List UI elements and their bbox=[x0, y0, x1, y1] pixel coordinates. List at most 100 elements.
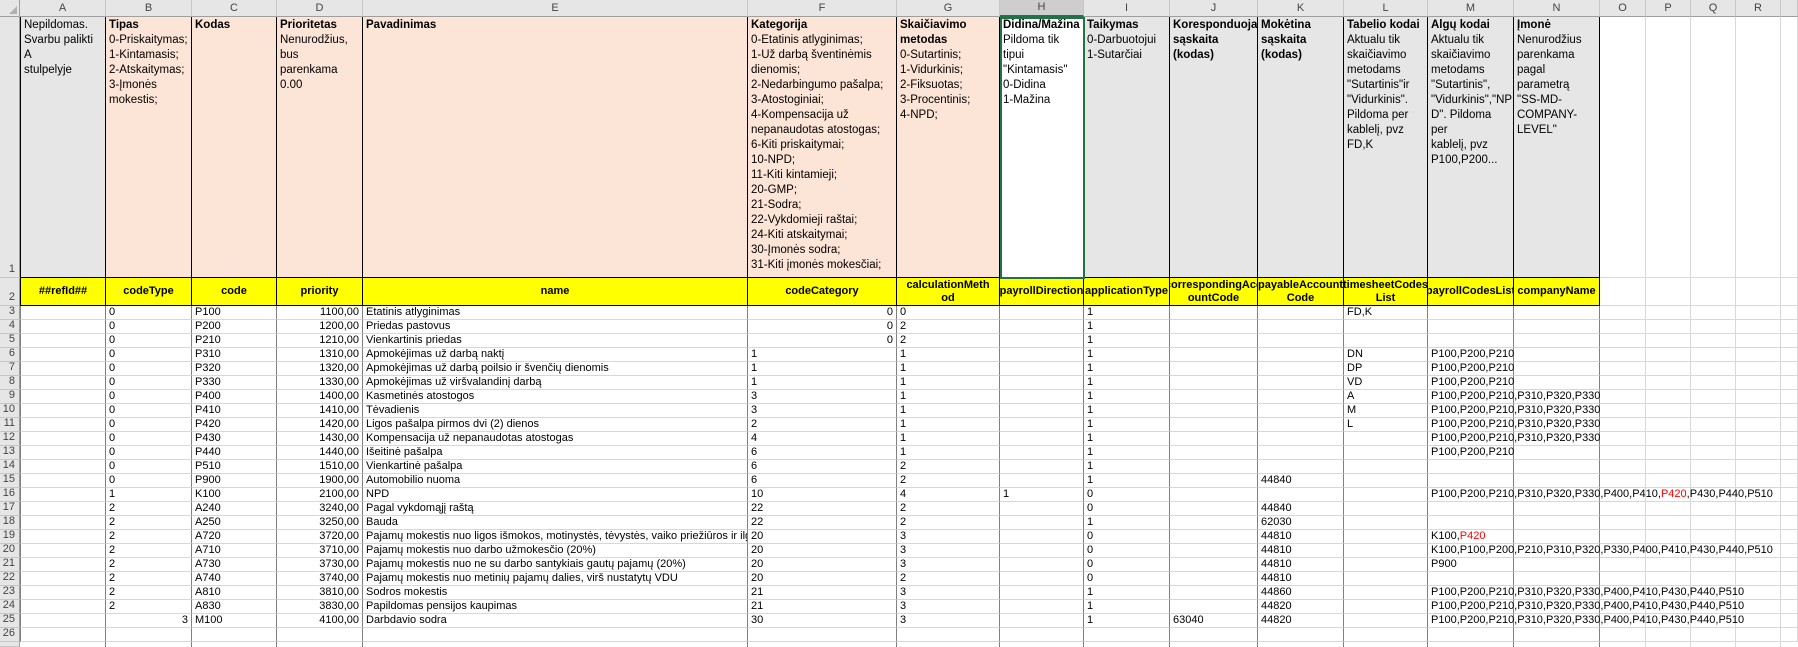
cell-L7[interactable]: DP bbox=[1344, 362, 1428, 376]
cell-N19[interactable] bbox=[1514, 530, 1600, 544]
cell-C26[interactable] bbox=[192, 628, 277, 642]
cell-B10[interactable]: 0 bbox=[106, 404, 192, 418]
cell-G21[interactable]: 3 bbox=[897, 558, 1000, 572]
cell-H20[interactable] bbox=[1000, 544, 1084, 558]
cell-A25[interactable] bbox=[20, 614, 106, 628]
cell-J9[interactable] bbox=[1170, 390, 1258, 404]
cell-partial-23[interactable] bbox=[1781, 586, 1798, 600]
cell-R15[interactable] bbox=[1736, 474, 1781, 488]
cell-I12[interactable]: 1 bbox=[1084, 432, 1170, 446]
cell-Q7[interactable] bbox=[1691, 362, 1736, 376]
cell-I25[interactable]: 1 bbox=[1084, 614, 1170, 628]
cell-I24[interactable]: 1 bbox=[1084, 600, 1170, 614]
cell-N13[interactable] bbox=[1514, 446, 1600, 460]
cell-B21[interactable]: 2 bbox=[106, 558, 192, 572]
cell-L6[interactable]: DN bbox=[1344, 348, 1428, 362]
cell-R10[interactable] bbox=[1736, 404, 1781, 418]
cell-Q10[interactable] bbox=[1691, 404, 1736, 418]
cell-F27[interactable] bbox=[748, 642, 897, 647]
cell-E6[interactable]: Apmokėjimas už darbą naktį bbox=[363, 348, 748, 362]
cell-G11[interactable]: 1 bbox=[897, 418, 1000, 432]
cell-E10[interactable]: Tėvadienis bbox=[363, 404, 748, 418]
cell-L18[interactable] bbox=[1344, 516, 1428, 530]
column-header-F[interactable]: F bbox=[748, 0, 897, 17]
cell-F14[interactable]: 6 bbox=[748, 460, 897, 474]
cell-A20[interactable] bbox=[20, 544, 106, 558]
cell-N26[interactable] bbox=[1514, 628, 1600, 642]
cell-A2[interactable]: ##refId## bbox=[20, 278, 106, 306]
cell-A5[interactable] bbox=[20, 334, 106, 348]
cell-C23[interactable]: A810 bbox=[192, 586, 277, 600]
cell-R8[interactable] bbox=[1736, 376, 1781, 390]
row-header-7[interactable]: 7 bbox=[0, 362, 20, 376]
cell-E18[interactable]: Bauda bbox=[363, 516, 748, 530]
cell-M7[interactable]: P100,P200,P210 bbox=[1428, 362, 1514, 376]
cell-A24[interactable] bbox=[20, 600, 106, 614]
cell-C15[interactable]: P900 bbox=[192, 474, 277, 488]
cell-B11[interactable]: 0 bbox=[106, 418, 192, 432]
cell-L26[interactable] bbox=[1344, 628, 1428, 642]
cell-G27[interactable] bbox=[897, 642, 1000, 647]
cell-C6[interactable]: P310 bbox=[192, 348, 277, 362]
cell-M17[interactable] bbox=[1428, 502, 1514, 516]
cell-N22[interactable] bbox=[1514, 572, 1600, 586]
column-header-H[interactable]: H bbox=[1000, 0, 1084, 17]
cell-L5[interactable] bbox=[1344, 334, 1428, 348]
cell-E22[interactable]: Pajamų mokestis nuo metinių pajamų dalie… bbox=[363, 572, 748, 586]
cell-F11[interactable]: 2 bbox=[748, 418, 897, 432]
cell-B23[interactable]: 2 bbox=[106, 586, 192, 600]
row-header-23[interactable]: 23 bbox=[0, 586, 20, 600]
cell-O19[interactable] bbox=[1600, 530, 1646, 544]
cell-G18[interactable]: 2 bbox=[897, 516, 1000, 530]
cell-I13[interactable]: 1 bbox=[1084, 446, 1170, 460]
cell-Q19[interactable] bbox=[1691, 530, 1736, 544]
cell-G5[interactable]: 2 bbox=[897, 334, 1000, 348]
cell-I27[interactable] bbox=[1084, 642, 1170, 647]
cell-D15[interactable]: 1900,00 bbox=[277, 474, 363, 488]
cell-partial-11[interactable] bbox=[1781, 418, 1798, 432]
cell-H25[interactable] bbox=[1000, 614, 1084, 628]
cell-H24[interactable] bbox=[1000, 600, 1084, 614]
cell-N5[interactable] bbox=[1514, 334, 1600, 348]
cell-partial-25[interactable] bbox=[1781, 614, 1798, 628]
cell-I11[interactable]: 1 bbox=[1084, 418, 1170, 432]
cell-R6[interactable] bbox=[1736, 348, 1781, 362]
cell-M19[interactable]: K100,P420 bbox=[1428, 530, 1514, 544]
cell-Q11[interactable] bbox=[1691, 418, 1736, 432]
cell-P9[interactable] bbox=[1646, 390, 1691, 404]
cell-E12[interactable]: Kompensacija už nepanaudotas atostogas bbox=[363, 432, 748, 446]
row-header-3[interactable]: 3 bbox=[0, 306, 20, 320]
cell-N17[interactable] bbox=[1514, 502, 1600, 516]
row-header-1[interactable]: 1 bbox=[0, 17, 20, 278]
cell-Q27[interactable] bbox=[1691, 642, 1736, 647]
cell-M22[interactable] bbox=[1428, 572, 1514, 586]
row-header-18[interactable]: 18 bbox=[0, 516, 20, 530]
row-header-14[interactable]: 14 bbox=[0, 460, 20, 474]
cell-B18[interactable]: 2 bbox=[106, 516, 192, 530]
cell-H26[interactable] bbox=[1000, 628, 1084, 642]
cell-M21[interactable]: P900 bbox=[1428, 558, 1514, 572]
cell-H8[interactable] bbox=[1000, 376, 1084, 390]
cell-F12[interactable]: 4 bbox=[748, 432, 897, 446]
cell-P27[interactable] bbox=[1646, 642, 1691, 647]
cell-C3[interactable]: P100 bbox=[192, 306, 277, 320]
column-header-J[interactable]: J bbox=[1170, 0, 1258, 17]
cell-M10[interactable]: P100,P200,P210,P310,P320,P330 bbox=[1428, 404, 1514, 418]
cell-F1[interactable]: Kategorija 0-Etatinis atlyginimas; 1-Už … bbox=[748, 17, 897, 278]
cell-M6[interactable]: P100,P200,P210 bbox=[1428, 348, 1514, 362]
cell-E4[interactable]: Priedas pastovus bbox=[363, 320, 748, 334]
cell-I21[interactable]: 0 bbox=[1084, 558, 1170, 572]
cell-J14[interactable] bbox=[1170, 460, 1258, 474]
cell-H2[interactable]: payrollDirection bbox=[1000, 278, 1084, 306]
column-header-partial[interactable] bbox=[1781, 0, 1798, 17]
cell-O8[interactable] bbox=[1600, 376, 1646, 390]
cell-G24[interactable]: 3 bbox=[897, 600, 1000, 614]
cell-K18[interactable]: 62030 bbox=[1258, 516, 1344, 530]
cell-H9[interactable] bbox=[1000, 390, 1084, 404]
cell-N3[interactable] bbox=[1514, 306, 1600, 320]
cell-Q17[interactable] bbox=[1691, 502, 1736, 516]
cell-F2[interactable]: codeCategory bbox=[748, 278, 897, 306]
cell-partial-22[interactable] bbox=[1781, 572, 1798, 586]
cell-Q14[interactable] bbox=[1691, 460, 1736, 474]
cell-N4[interactable] bbox=[1514, 320, 1600, 334]
